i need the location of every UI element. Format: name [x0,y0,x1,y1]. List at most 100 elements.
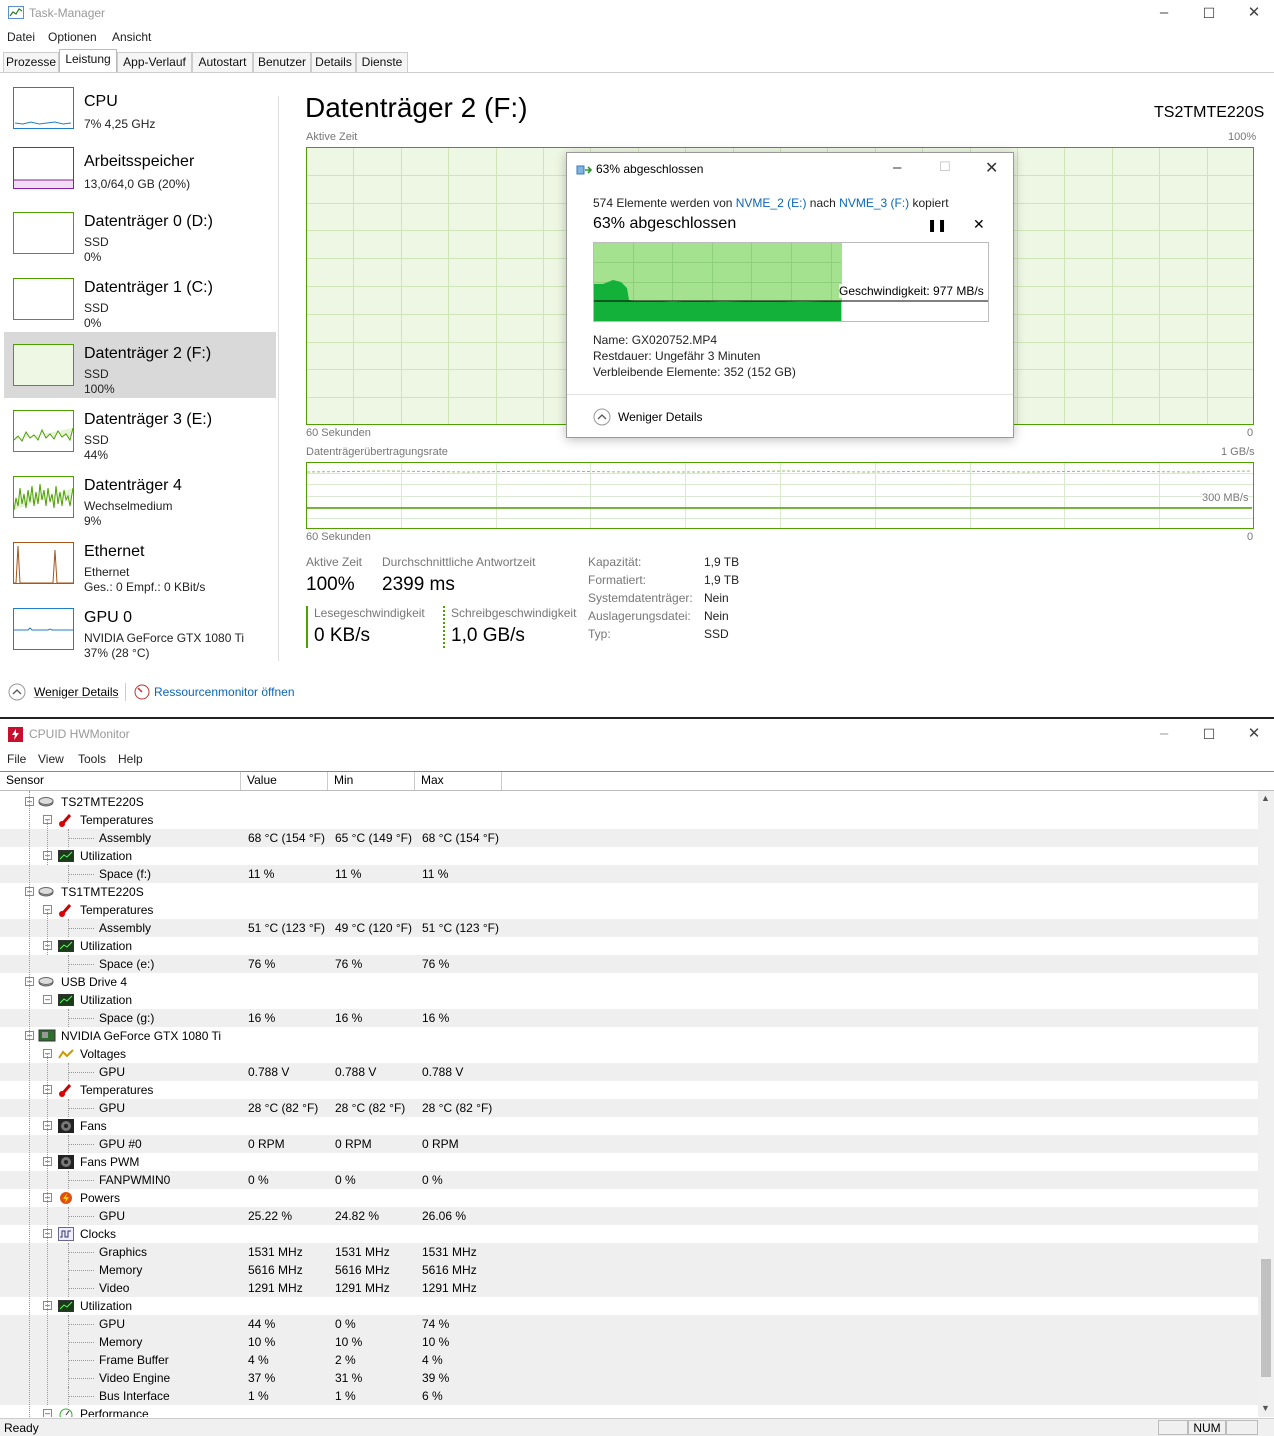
sidebar-item-datentr-ger-0-d[interactable]: Datenträger 0 (D:) SSD 0% [4,200,276,266]
tab-autostart[interactable]: Autostart [192,52,253,72]
hw-menu-help[interactable]: Help [118,752,143,766]
page-title: Datenträger 2 (F:) [305,92,528,123]
sensor-group-row[interactable]: – Utilization [0,937,1258,955]
menu-ansicht[interactable]: Ansicht [112,30,151,44]
sidebar-item-datentr-ger-1-c[interactable]: Datenträger 1 (C:) SSD 0% [4,266,276,332]
sensor-group-row[interactable]: – Voltages [0,1045,1258,1063]
sensor-row[interactable]: GPU 0.788 V 0.788 V 0.788 V [0,1063,1258,1081]
sensor-max: 76 % [422,957,450,971]
dest-drive-link[interactable]: NVME_3 (F:) [839,196,909,210]
sidebar-item-arbeitsspeicher[interactable]: Arbeitsspeicher 13,0/64,0 GB (20%) [4,140,276,200]
sensor-name: GPU #0 [99,1137,142,1151]
sensor-row[interactable]: FANPWMIN0 0 % 0 % 0 % [0,1171,1258,1189]
sensor-group-row[interactable]: – Fans [0,1117,1258,1135]
resource-monitor-link[interactable]: Ressourcenmonitor öffnen [154,685,295,699]
sensor-row[interactable]: Space (e:) 76 % 76 % 76 % [0,955,1258,973]
source-drive-link[interactable]: NVME_2 (E:) [736,196,807,210]
sensor-group-row[interactable]: – Powers [0,1189,1258,1207]
dialog-close-button[interactable]: ✕ [985,158,998,178]
sensor-row[interactable]: Memory 10 % 10 % 10 % [0,1333,1258,1351]
tab-dienste[interactable]: Dienste [356,52,408,72]
dialog-maximize-button[interactable]: ☐ [939,159,951,175]
hw-menu-tools[interactable]: Tools [78,752,106,766]
sensor-group-row[interactable]: – Temperatures [0,901,1258,919]
collapse-toggle[interactable]: – [43,995,52,1004]
cancel-copy-button[interactable]: ✕ [973,216,985,233]
chevron-up-icon[interactable] [593,408,611,426]
sensor-group-row[interactable]: – Utilization [0,991,1258,1009]
col-sensor[interactable]: Sensor [0,772,241,790]
chevron-up-icon[interactable] [8,683,26,701]
sensor-group-row[interactable]: – Utilization [0,1297,1258,1315]
hw-close-button[interactable]: ✕ [1243,725,1265,743]
tab-leistung[interactable]: Leistung [59,49,117,72]
sidebar-item-datentr-ger-3-e[interactable]: Datenträger 3 (E:) SSD 44% [4,398,276,464]
col-max[interactable]: Max [415,772,502,790]
sensor-group-row[interactable]: – TS2TMTE220S [0,793,1258,811]
sensor-group-row[interactable]: – Performance [0,1405,1258,1417]
sensor-row[interactable]: Assembly 51 °C (123 °F) 49 °C (120 °F) 51 °… [0,919,1258,937]
copy-speed-label: Geschwindigkeit: 977 MB/s [839,284,984,298]
dialog-minimize-button[interactable]: – [893,159,901,176]
tab-prozesse[interactable]: Prozesse [3,52,59,72]
tab-app-verlauf[interactable]: App-Verlauf [117,52,192,72]
tree-connector [68,838,94,839]
sensor-row[interactable]: Space (g:) 16 % 16 % 16 % [0,1009,1258,1027]
sensor-row[interactable]: Space (f:) 11 % 11 % 11 % [0,865,1258,883]
sensor-max: 26.06 % [422,1209,467,1223]
sensor-row[interactable]: GPU 25.22 % 24.82 % 26.06 % [0,1207,1258,1225]
sensor-name: Utilization [80,939,133,953]
tab-details[interactable]: Details [311,52,356,72]
sidebar-item-ethernet[interactable]: Ethernet Ethernet Ges.: 0 Empf.: 0 KBit/s [4,530,276,596]
hw-maximize-button[interactable]: ☐ [1198,725,1220,743]
sensor-row[interactable]: Memory 5616 MHz 5616 MHz 5616 MHz [0,1261,1258,1279]
sidebar-item-cpu[interactable]: CPU 7% 4,25 GHz [4,80,276,140]
scroll-down-arrow[interactable]: ▼ [1261,1403,1270,1413]
sensor-group-row[interactable]: – Temperatures [0,811,1258,829]
sensor-row[interactable]: GPU 28 °C (82 °F) 28 °C (82 °F) 28 °C (82 °… [0,1099,1258,1117]
sidebar-item-datentr-ger-4[interactable]: Datenträger 4 Wechselmedium 9% [4,464,276,530]
sensor-group-row[interactable]: – TS1TMTE220S [0,883,1258,901]
sensor-value: 11 % [248,867,275,881]
hw-scrollbar[interactable]: ▲ ▼ [1258,791,1274,1417]
sensor-group-row[interactable]: – Fans PWM [0,1153,1258,1171]
scroll-thumb[interactable] [1261,1259,1271,1377]
sensor-row[interactable]: Frame Buffer 4 % 2 % 4 % [0,1351,1258,1369]
sensor-group-row[interactable]: – Clocks [0,1225,1258,1243]
maximize-button[interactable]: ☐ [1198,4,1220,22]
close-button[interactable]: ✕ [1243,4,1265,22]
minimize-button[interactable]: – [1153,4,1175,22]
col-value[interactable]: Value [241,772,328,790]
sensor-row[interactable]: GPU 44 % 0 % 74 % [0,1315,1258,1333]
sensor-group-row[interactable]: – NVIDIA GeForce GTX 1080 Ti [0,1027,1258,1045]
pause-button[interactable]: ❚❚ [927,218,947,232]
sensor-row[interactable]: Bus Interface 1 % 1 % 6 % [0,1387,1258,1405]
tab-benutzer[interactable]: Benutzer [253,52,311,72]
sidebar-item-gpu-0[interactable]: GPU 0 NVIDIA GeForce GTX 1080 Ti 37% (28 °… [4,596,276,662]
hw-menu-view[interactable]: View [38,752,64,766]
sensor-row[interactable]: Video 1291 MHz 1291 MHz 1291 MHz [0,1279,1258,1297]
less-details-link[interactable]: Weniger Details [34,685,118,699]
sensor-row[interactable]: Video Engine 37 % 31 % 39 % [0,1369,1258,1387]
sensor-group-row[interactable]: – Temperatures [0,1081,1258,1099]
sensor-row[interactable]: Assembly 68 °C (154 °F) 65 °C (149 °F) 68 °… [0,829,1258,847]
scroll-up-arrow[interactable]: ▲ [1261,793,1270,803]
hw-menu-file[interactable]: File [7,752,26,766]
sidebar-item-value: Ges.: 0 Empf.: 0 KBit/s [84,580,206,594]
sensor-group-row[interactable]: – Utilization [0,847,1258,865]
dialog-less-details-button[interactable]: Weniger Details [618,410,702,424]
sensor-row[interactable]: GPU #0 0 RPM 0 RPM 0 RPM [0,1135,1258,1153]
menu-optionen[interactable]: Optionen [48,30,97,44]
hw-minimize-button[interactable]: – [1153,725,1175,743]
sidebar-item-value: 100% [84,382,115,396]
sensor-name: Memory [99,1263,143,1277]
sensor-value: 37 % [248,1371,276,1385]
menu-datei[interactable]: Datei [7,30,35,44]
sensor-row[interactable]: Graphics 1531 MHz 1531 MHz 1531 MHz [0,1243,1258,1261]
sensor-group-row[interactable]: – USB Drive 4 [0,973,1258,991]
col-min[interactable]: Min [328,772,415,790]
tm-titlebar[interactable]: Task-Manager – ☐ ✕ [0,0,1274,26]
collapse-toggle[interactable]: – [43,1409,52,1417]
sidebar-item-datentr-ger-2-f[interactable]: Datenträger 2 (F:) SSD 100% [4,332,276,398]
sensor-name: Powers [80,1191,121,1205]
